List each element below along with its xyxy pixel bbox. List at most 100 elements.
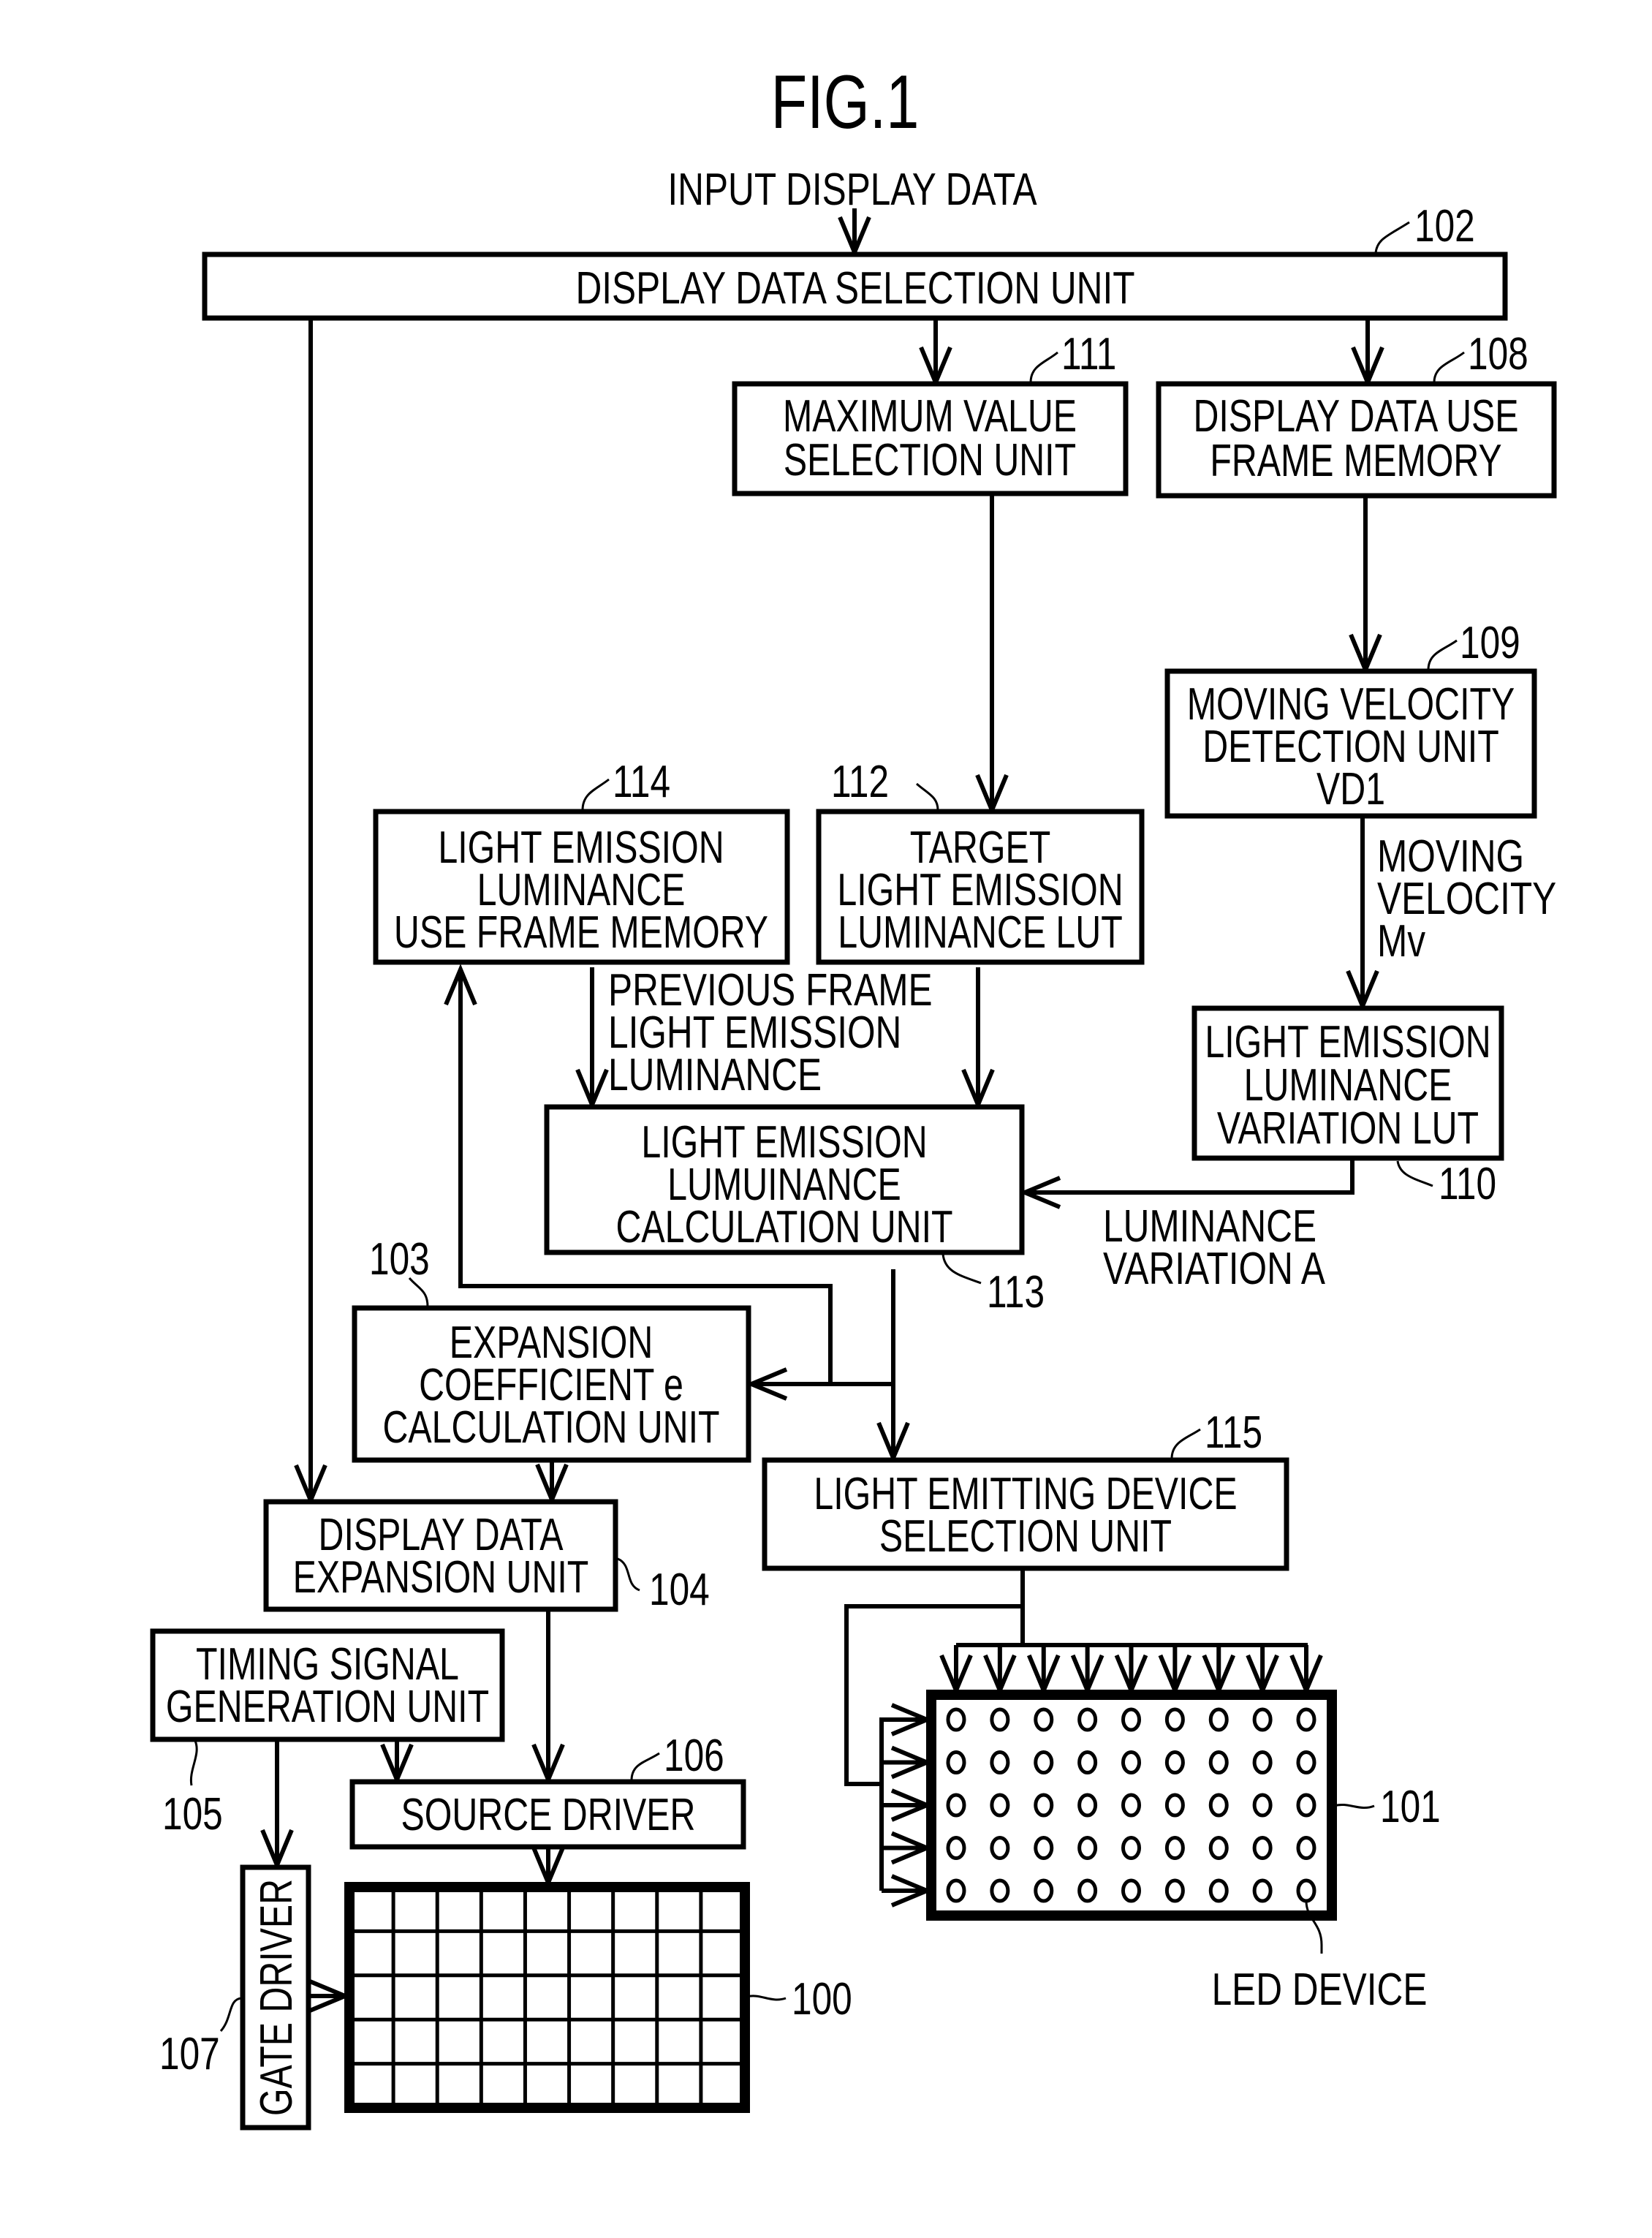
led-element (1034, 1750, 1054, 1774)
block-label-line-2: FRAME MEMORY (1210, 435, 1501, 485)
block-label-line-3: USE FRAME MEMORY (394, 907, 768, 957)
ref-114: 114 (613, 756, 670, 807)
display-data-expansion-unit: DISPLAY DATA EXPANSION UNIT (263, 1499, 618, 1612)
led-element (1208, 1793, 1229, 1818)
block-label-line-3: LUMINANCE LUT (838, 907, 1122, 957)
led-element (1252, 1707, 1273, 1732)
led-element (1208, 1707, 1229, 1732)
leader-115 (1170, 1428, 1201, 1459)
led-element (1077, 1750, 1098, 1774)
block-label-line-3: VARIATION LUT (1217, 1103, 1479, 1153)
block-label-line-2: SELECTION UNIT (879, 1511, 1172, 1561)
led-element (1164, 1878, 1185, 1903)
block-label: SOURCE DRIVER (401, 1789, 696, 1840)
block-label-line-2: EXPANSION UNIT (293, 1551, 589, 1602)
leader-109 (1427, 639, 1458, 670)
block-label: GATE DRIVER (251, 1879, 301, 2116)
leader-111 (1029, 351, 1058, 383)
block-label-line-2: GENERATION UNIT (166, 1681, 489, 1731)
light-emission-luminance-use-frame-memory: LIGHT EMISSION LUMINANCE USE FRAME MEMOR… (373, 809, 790, 965)
led-element (1164, 1750, 1185, 1774)
leader-100 (746, 1995, 787, 2001)
signal-moving-velocity: MOVING VELOCITY Mv (1377, 831, 1556, 967)
led-element (1296, 1878, 1316, 1903)
led-element (1252, 1836, 1273, 1860)
leader-108 (1433, 351, 1465, 383)
led-element (1296, 1707, 1316, 1732)
led-element (1077, 1707, 1098, 1732)
source-driver: SOURCE DRIVER (349, 1779, 746, 1850)
led-element (946, 1878, 966, 1903)
ref-100: 100 (792, 1973, 852, 2025)
led-element (1208, 1836, 1229, 1860)
ref-107: 107 (159, 2028, 220, 2079)
leader-106 (630, 1752, 660, 1781)
led-element (946, 1836, 966, 1860)
signal-label-line-3: LUMINANCE (608, 1049, 822, 1100)
led-element (1034, 1836, 1054, 1860)
led-element (946, 1793, 966, 1818)
signal-label-line-2: VARIATION A (1103, 1243, 1325, 1294)
expansion-coefficient-calculation-unit: EXPANSION COEFFICIENT e CALCULATION UNIT (352, 1305, 751, 1463)
gate-driver: GATE DRIVER (240, 1864, 311, 2131)
target-light-emission-luminance-lut: TARGET LIGHT EMISSION LUMINANCE LUT (816, 809, 1145, 965)
display-panel (344, 1882, 750, 2113)
led-element (1034, 1707, 1054, 1732)
led-element (990, 1793, 1010, 1818)
maximum-value-selection-unit: MAXIMUM VALUE SELECTION UNIT (732, 381, 1129, 496)
block-label-line-2: SELECTION UNIT (784, 434, 1076, 485)
ref-109: 109 (1460, 617, 1520, 668)
figure-title: FIG.1 (771, 59, 920, 144)
led-element (1121, 1793, 1141, 1818)
leader-114 (581, 778, 610, 811)
led-device-label: LED DEVICE (1212, 1964, 1428, 2015)
led-element (1164, 1793, 1185, 1818)
ref-108: 108 (1468, 328, 1528, 379)
wire-110-to-113 (1028, 1160, 1354, 1195)
ref-110: 110 (1439, 1158, 1496, 1209)
led-element (990, 1750, 1010, 1774)
ref-105: 105 (162, 1788, 223, 1840)
input-display-data-label: INPUT DISPLAY DATA (667, 164, 1037, 215)
ref-101: 101 (1380, 1781, 1441, 1832)
leader-113 (941, 1253, 982, 1285)
light-emission-luminance-calculation-unit: LIGHT EMISSION LUMUINANCE CALCULATION UN… (544, 1104, 1025, 1255)
led-element (1252, 1793, 1273, 1818)
led-row-arrows (882, 1703, 933, 1908)
led-element (1121, 1836, 1141, 1860)
leader-110 (1396, 1160, 1433, 1187)
block-label-line-3: CALCULATION UNIT (382, 1402, 719, 1452)
leader-101 (1333, 1804, 1375, 1810)
light-emitting-device-selection-unit: LIGHT EMITTING DEVICE SELECTION UNIT (762, 1457, 1289, 1571)
led-element (1208, 1878, 1229, 1903)
display-data-selection-unit: DISPLAY DATA SELECTION UNIT (202, 252, 1508, 321)
signal-label-line-3: Mv (1377, 915, 1425, 967)
led-element (1077, 1836, 1098, 1860)
ref-112: 112 (831, 756, 889, 807)
moving-velocity-detection-unit: MOVING VELOCITY DETECTION UNIT VD1 (1164, 668, 1537, 819)
led-element (1121, 1707, 1141, 1732)
led-element (1121, 1878, 1141, 1903)
ref-104: 104 (649, 1564, 710, 1615)
led-element (1034, 1793, 1054, 1818)
block-label-line-1: MAXIMUM VALUE (783, 390, 1077, 441)
ref-103: 103 (369, 1233, 430, 1285)
led-element (1164, 1836, 1185, 1860)
block-label: DISPLAY DATA SELECTION UNIT (575, 262, 1134, 314)
led-element (946, 1707, 966, 1732)
ref-102: 102 (1414, 200, 1475, 252)
leader-107 (219, 1997, 242, 2032)
block-label-line-1: DISPLAY DATA USE (1193, 390, 1518, 441)
ref-111: 111 (1061, 328, 1116, 379)
leader-105 (189, 1740, 198, 1786)
led-element (990, 1707, 1010, 1732)
led-element (1034, 1878, 1054, 1903)
led-column-arrows (939, 1645, 1323, 1696)
led-backlight (926, 1690, 1337, 1921)
leader-104 (617, 1557, 640, 1592)
led-element (990, 1836, 1010, 1860)
leader-102 (1374, 221, 1410, 254)
led-element (1077, 1793, 1098, 1818)
led-element (1296, 1750, 1316, 1774)
ref-115: 115 (1205, 1407, 1262, 1458)
